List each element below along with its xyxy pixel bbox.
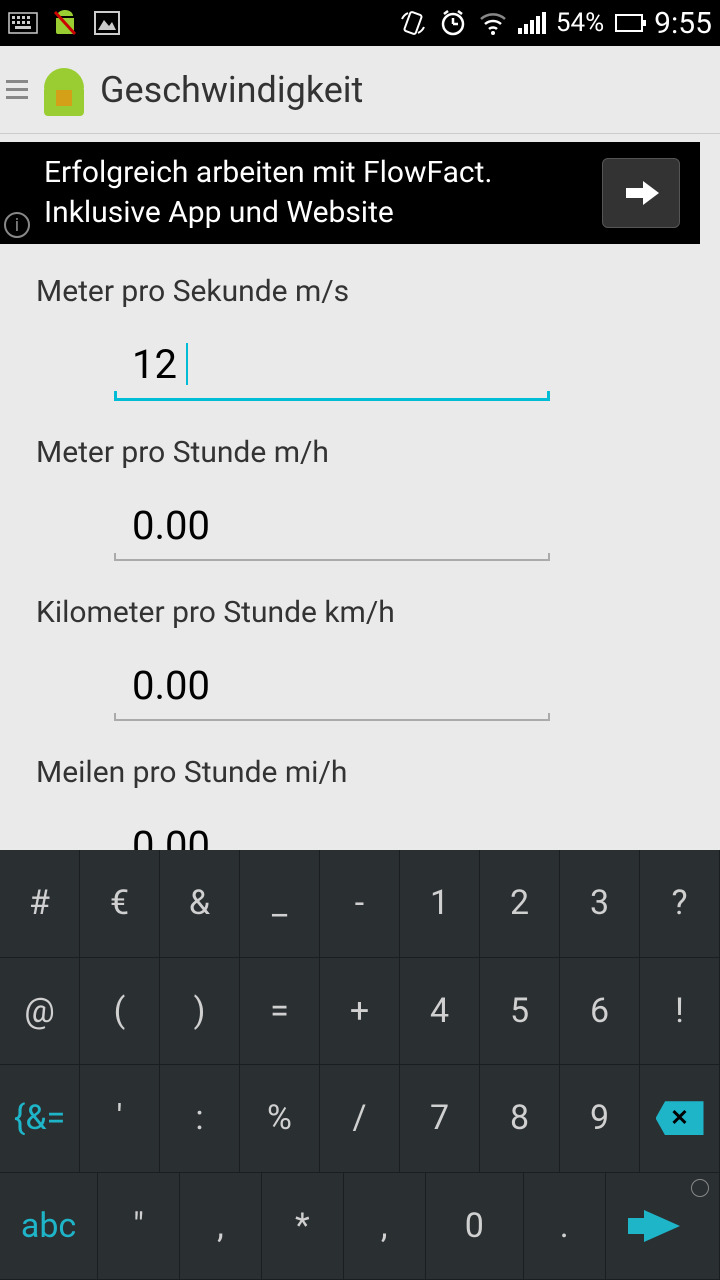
field-mph: Meter pro Stunde m/h bbox=[36, 435, 684, 561]
alarm-icon bbox=[438, 8, 468, 38]
input-mh[interactable] bbox=[114, 496, 550, 561]
field-mps: Meter pro Sekunde m/s bbox=[36, 274, 684, 401]
app-icon bbox=[40, 60, 88, 120]
android-status-icon bbox=[50, 8, 80, 38]
kb-row-3: {&= ' : % / 7 8 9 ✕ bbox=[0, 1065, 720, 1173]
keyboard: # € & _ - 1 2 3 ? @ ( ) = + 4 5 6 ! {&= … bbox=[0, 850, 720, 1280]
page-title: Geschwindigkeit bbox=[100, 69, 363, 111]
key-8[interactable]: 8 bbox=[480, 1065, 560, 1173]
image-status-icon bbox=[92, 8, 122, 38]
key-equals[interactable]: = bbox=[240, 958, 320, 1066]
key-star[interactable]: * bbox=[262, 1173, 344, 1280]
menu-icon[interactable] bbox=[6, 80, 28, 99]
key-underscore[interactable]: _ bbox=[240, 850, 320, 958]
smiley-icon bbox=[691, 1179, 709, 1197]
ad-text: Erfolgreich arbeiten mit FlowFact. Inklu… bbox=[44, 153, 492, 234]
status-bar: 54% 9:55 bbox=[0, 0, 720, 46]
input-wrap-mh bbox=[114, 496, 550, 561]
ad-arrow-button[interactable] bbox=[602, 158, 680, 228]
key-comma2[interactable]: , bbox=[344, 1173, 426, 1280]
key-4[interactable]: 4 bbox=[400, 958, 480, 1066]
app-bar: Geschwindigkeit bbox=[0, 46, 720, 134]
key-minus[interactable]: - bbox=[320, 850, 400, 958]
input-kmh[interactable] bbox=[114, 656, 550, 721]
field-label: Kilometer pro Stunde km/h bbox=[36, 595, 684, 630]
kb-row-1: # € & _ - 1 2 3 ? bbox=[0, 850, 720, 958]
kb-row-4: abc " , * , 0 . bbox=[0, 1173, 720, 1280]
rotate-icon bbox=[398, 8, 428, 38]
keyboard-status-icon bbox=[8, 8, 38, 38]
input-mps[interactable] bbox=[114, 335, 550, 401]
key-lparen[interactable]: ( bbox=[80, 958, 160, 1066]
key-hash[interactable]: # bbox=[0, 850, 80, 958]
key-6[interactable]: 6 bbox=[560, 958, 640, 1066]
enter-arrow-icon bbox=[644, 1210, 680, 1242]
key-5[interactable]: 5 bbox=[480, 958, 560, 1066]
key-7[interactable]: 7 bbox=[400, 1065, 480, 1173]
ad-banner[interactable]: i Erfolgreich arbeiten mit FlowFact. Ink… bbox=[0, 142, 700, 244]
key-1[interactable]: 1 bbox=[400, 850, 480, 958]
key-apos[interactable]: ' bbox=[80, 1065, 160, 1173]
kb-row-2: @ ( ) = + 4 5 6 ! bbox=[0, 958, 720, 1066]
key-dquote[interactable]: " bbox=[98, 1173, 180, 1280]
key-percent[interactable]: % bbox=[240, 1065, 320, 1173]
key-symbols[interactable]: {&= bbox=[0, 1065, 80, 1173]
key-9[interactable]: 9 bbox=[560, 1065, 640, 1173]
field-label: Meter pro Stunde m/h bbox=[36, 435, 684, 470]
key-plus[interactable]: + bbox=[320, 958, 400, 1066]
key-2[interactable]: 2 bbox=[480, 850, 560, 958]
key-amp[interactable]: & bbox=[160, 850, 240, 958]
key-slash[interactable]: / bbox=[320, 1065, 400, 1173]
field-kmh: Kilometer pro Stunde km/h bbox=[36, 595, 684, 721]
key-rparen[interactable]: ) bbox=[160, 958, 240, 1066]
input-wrap-kmh bbox=[114, 656, 550, 721]
key-question[interactable]: ? bbox=[640, 850, 720, 958]
key-excl[interactable]: ! bbox=[640, 958, 720, 1066]
ad-info-icon[interactable]: i bbox=[4, 212, 30, 238]
key-colon[interactable]: : bbox=[160, 1065, 240, 1173]
status-time: 9:55 bbox=[654, 6, 712, 41]
battery-icon bbox=[614, 8, 644, 38]
battery-percent: 54% bbox=[556, 8, 604, 38]
field-label: Meter pro Sekunde m/s bbox=[36, 274, 684, 309]
key-euro[interactable]: € bbox=[80, 850, 160, 958]
backspace-icon: ✕ bbox=[656, 1101, 704, 1135]
input-wrap-mps bbox=[114, 335, 550, 401]
wifi-icon bbox=[478, 8, 508, 38]
key-comma1[interactable]: , bbox=[180, 1173, 262, 1280]
key-3[interactable]: 3 bbox=[560, 850, 640, 958]
signal-icon bbox=[518, 12, 546, 34]
key-0[interactable]: 0 bbox=[426, 1173, 524, 1280]
field-label: Meilen pro Stunde mi/h bbox=[36, 755, 684, 790]
key-abc[interactable]: abc bbox=[0, 1173, 98, 1280]
key-at[interactable]: @ bbox=[0, 958, 80, 1066]
key-enter[interactable] bbox=[606, 1173, 720, 1280]
key-period[interactable]: . bbox=[524, 1173, 606, 1280]
key-backspace[interactable]: ✕ bbox=[640, 1065, 720, 1173]
form-content: Meter pro Sekunde m/s Meter pro Stunde m… bbox=[0, 244, 720, 881]
